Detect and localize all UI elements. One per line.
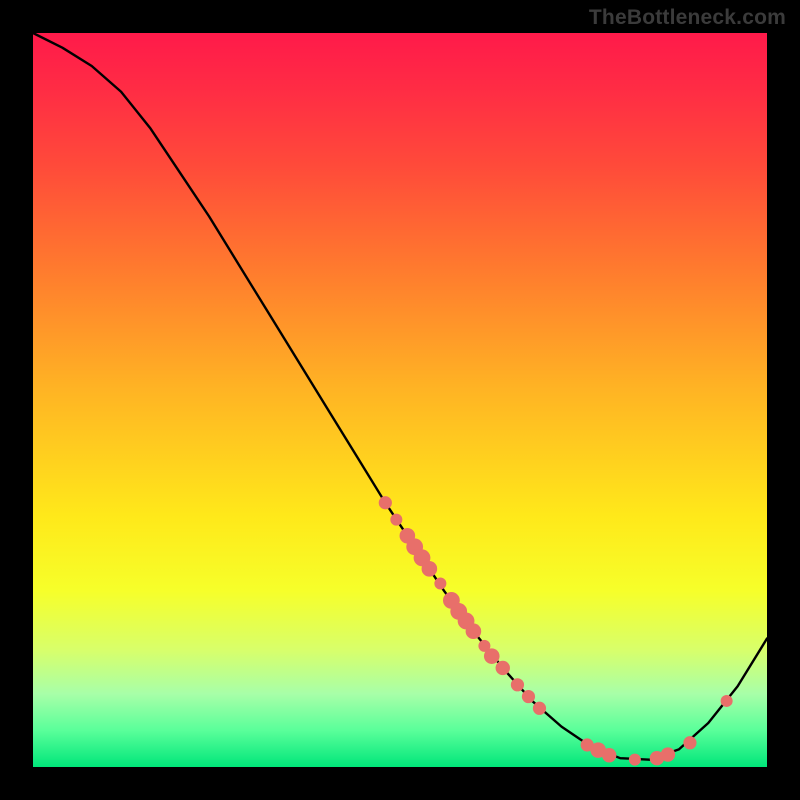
curve-svg (33, 33, 767, 767)
watermark-text: TheBottleneck.com (589, 6, 786, 30)
data-marker (390, 514, 402, 526)
data-marker (379, 496, 392, 509)
data-marker (602, 748, 616, 762)
data-marker (661, 747, 675, 761)
plot-area (33, 33, 767, 767)
bottleneck-curve (33, 33, 767, 760)
data-marker (496, 661, 510, 675)
data-markers (379, 496, 733, 765)
chart-stage: TheBottleneck.com (0, 0, 800, 800)
data-marker (721, 695, 733, 707)
data-marker (484, 648, 500, 664)
data-marker (533, 702, 546, 715)
data-marker (522, 690, 535, 703)
data-marker (683, 736, 696, 749)
data-marker (422, 561, 438, 577)
data-marker (629, 754, 641, 766)
data-marker (511, 678, 524, 691)
data-marker (466, 623, 482, 639)
data-marker (434, 578, 446, 590)
